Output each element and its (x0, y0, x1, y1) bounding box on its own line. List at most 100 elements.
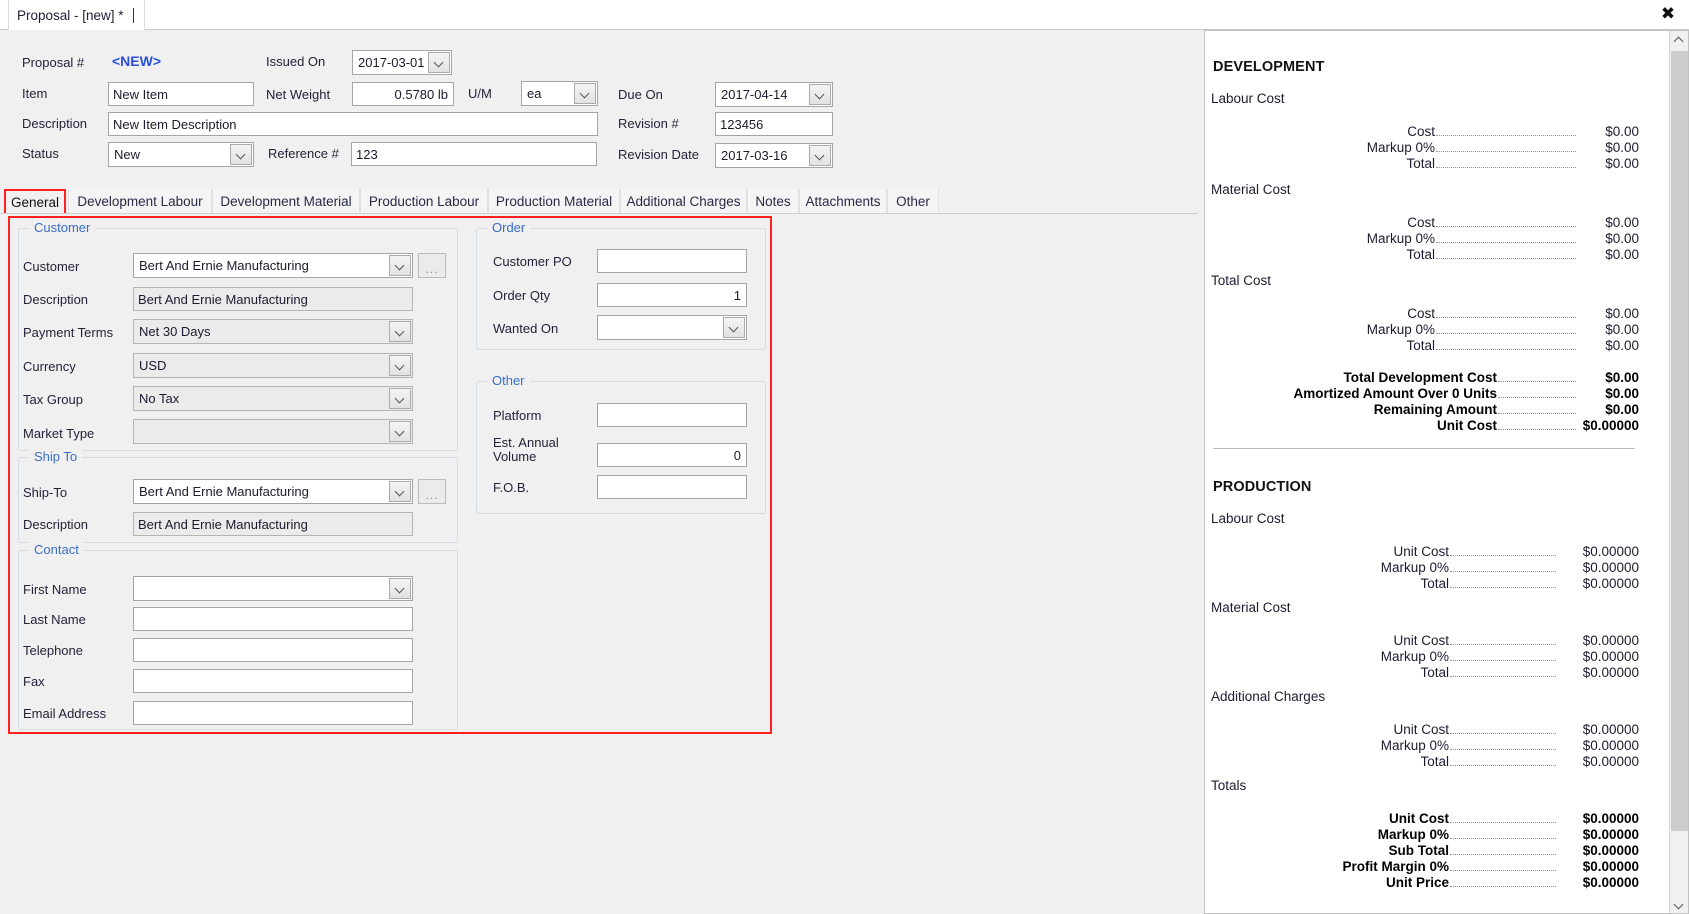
summary-line: Cost $0.00 (1209, 306, 1639, 322)
dot-leader (1450, 822, 1556, 823)
status-select[interactable]: New (108, 142, 254, 167)
currency-select[interactable]: USD (133, 353, 413, 378)
tab-notes[interactable]: Notes (747, 189, 799, 213)
tab-production-material[interactable]: Production Material (488, 189, 620, 213)
summary-vertical-scrollbar[interactable] (1669, 31, 1688, 913)
customer-select[interactable]: Bert And Ernie Manufacturing (133, 253, 413, 278)
issued-on-label: Issued On (266, 54, 326, 69)
line-value: $0.00000 (1582, 722, 1639, 737)
line-label: Unit Price (1385, 875, 1449, 890)
fax-input[interactable] (133, 669, 413, 693)
issued-on-datepicker[interactable]: 2017-03-01 (352, 50, 452, 75)
chevron-down-icon[interactable] (428, 52, 450, 73)
status-select-value: New (114, 147, 141, 162)
close-icon[interactable]: ✖ (1657, 3, 1679, 25)
chevron-down-icon[interactable] (389, 355, 411, 376)
summary-line: Cost $0.00 (1209, 124, 1639, 140)
ship-to-description-value: Bert And Ernie Manufacturing (133, 512, 413, 536)
chevron-down-icon[interactable] (389, 421, 411, 442)
line-label: Unit Cost (1437, 418, 1497, 433)
due-on-datepicker[interactable]: 2017-04-14 (715, 82, 833, 107)
reference-number-input[interactable]: 123 (351, 142, 597, 166)
customer-description-label: Description (23, 292, 89, 307)
revision-number-input[interactable]: 123456 (715, 112, 833, 136)
dot-leader (1450, 838, 1556, 839)
line-label: Unit Cost (1393, 722, 1449, 737)
chevron-down-icon[interactable] (389, 578, 411, 599)
scroll-down-icon[interactable] (1670, 896, 1688, 913)
ship-to-browse-button[interactable]: ... (418, 479, 446, 504)
last-name-input[interactable] (133, 607, 413, 631)
customer-browse-button[interactable]: ... (418, 253, 446, 278)
description-input[interactable]: New Item Description (108, 112, 598, 136)
revision-date-datepicker[interactable]: 2017-03-16 (715, 143, 833, 168)
tab-general[interactable]: General (4, 189, 66, 213)
summary-line: Markup 0% $0.00 (1209, 231, 1639, 247)
chevron-down-icon[interactable] (574, 83, 596, 104)
line-label: Total (1406, 338, 1435, 353)
line-label: Total (1406, 247, 1435, 262)
email-address-input[interactable] (133, 701, 413, 725)
line-label: Cost (1407, 306, 1435, 321)
platform-label: Platform (493, 408, 542, 423)
line-value: $0.00000 (1582, 665, 1639, 680)
est-annual-volume-input[interactable]: 0 (597, 443, 747, 467)
dot-leader (1450, 886, 1556, 887)
scroll-up-icon[interactable] (1670, 31, 1688, 50)
tab-attachments[interactable]: Attachments (799, 189, 887, 213)
chevron-down-icon[interactable] (230, 144, 252, 165)
chevron-down-icon[interactable] (389, 388, 411, 409)
contact-group: Contact First Name Last Name Telephone F… (18, 542, 458, 730)
first-name-select[interactable] (133, 576, 413, 601)
summary-line: Amortized Amount Over 0 Units $0.00 (1209, 386, 1639, 402)
first-name-label: First Name (23, 582, 87, 597)
telephone-label: Telephone (23, 643, 83, 658)
line-label: Markup 0% (1380, 560, 1449, 575)
document-tab-proposal[interactable]: Proposal - [new] * (8, 0, 145, 30)
net-weight-input[interactable]: 0.5780 lb (352, 82, 454, 106)
um-select[interactable]: ea (521, 81, 598, 106)
currency-value: USD (139, 358, 167, 373)
tab-production-labour[interactable]: Production Labour (360, 189, 488, 213)
dot-leader (1450, 676, 1556, 677)
chevron-down-icon[interactable] (389, 481, 411, 502)
dot-leader (1436, 317, 1576, 318)
chevron-down-icon[interactable] (809, 145, 831, 166)
ship-to-select[interactable]: Bert And Ernie Manufacturing (133, 479, 413, 504)
customer-po-input[interactable] (597, 249, 747, 273)
summary-line: Total $0.00000 (1209, 665, 1639, 681)
wanted-on-datepicker[interactable] (597, 315, 747, 340)
issued-on-value: 2017-03-01 (358, 55, 425, 70)
proposal-number-value: <NEW> (112, 53, 162, 69)
chevron-down-icon[interactable] (389, 321, 411, 342)
line-value: $0.00000 (1582, 811, 1639, 826)
line-value: $0.00000 (1582, 544, 1639, 559)
market-type-select[interactable] (133, 419, 413, 444)
cost-summary-pane: DEVELOPMENT Labour Cost Cost $0.00 Marku… (1204, 30, 1689, 914)
tab-other[interactable]: Other (887, 189, 939, 213)
fob-label: F.O.B. (493, 480, 530, 495)
scrollbar-thumb[interactable] (1671, 51, 1688, 831)
chevron-down-icon[interactable] (723, 317, 745, 338)
line-value: $0.00 (1605, 322, 1639, 337)
platform-input[interactable] (597, 403, 747, 427)
order-group-title: Order (487, 220, 531, 235)
chevron-down-icon[interactable] (809, 84, 831, 105)
ship-to-label: Ship-To (23, 485, 68, 500)
order-group: Order Customer PO Order Qty 1 Wanted On (476, 220, 766, 350)
telephone-input[interactable] (133, 638, 413, 662)
tab-development-material[interactable]: Development Material (212, 189, 360, 213)
dot-leader (1498, 413, 1576, 414)
item-input[interactable]: New Item (108, 82, 254, 106)
chevron-down-icon[interactable] (389, 255, 411, 276)
line-value: $0.00 (1605, 124, 1639, 139)
dot-leader (1450, 644, 1556, 645)
order-qty-input[interactable]: 1 (597, 283, 747, 307)
tab-additional-charges[interactable]: Additional Charges (620, 189, 747, 213)
line-label: Unit Cost (1393, 633, 1449, 648)
payment-terms-select[interactable]: Net 30 Days (133, 319, 413, 344)
tax-group-select[interactable]: No Tax (133, 386, 413, 411)
production-material-cost-label: Material Cost (1211, 600, 1291, 615)
tab-development-labour[interactable]: Development Labour (68, 189, 212, 213)
fob-input[interactable] (597, 475, 747, 499)
